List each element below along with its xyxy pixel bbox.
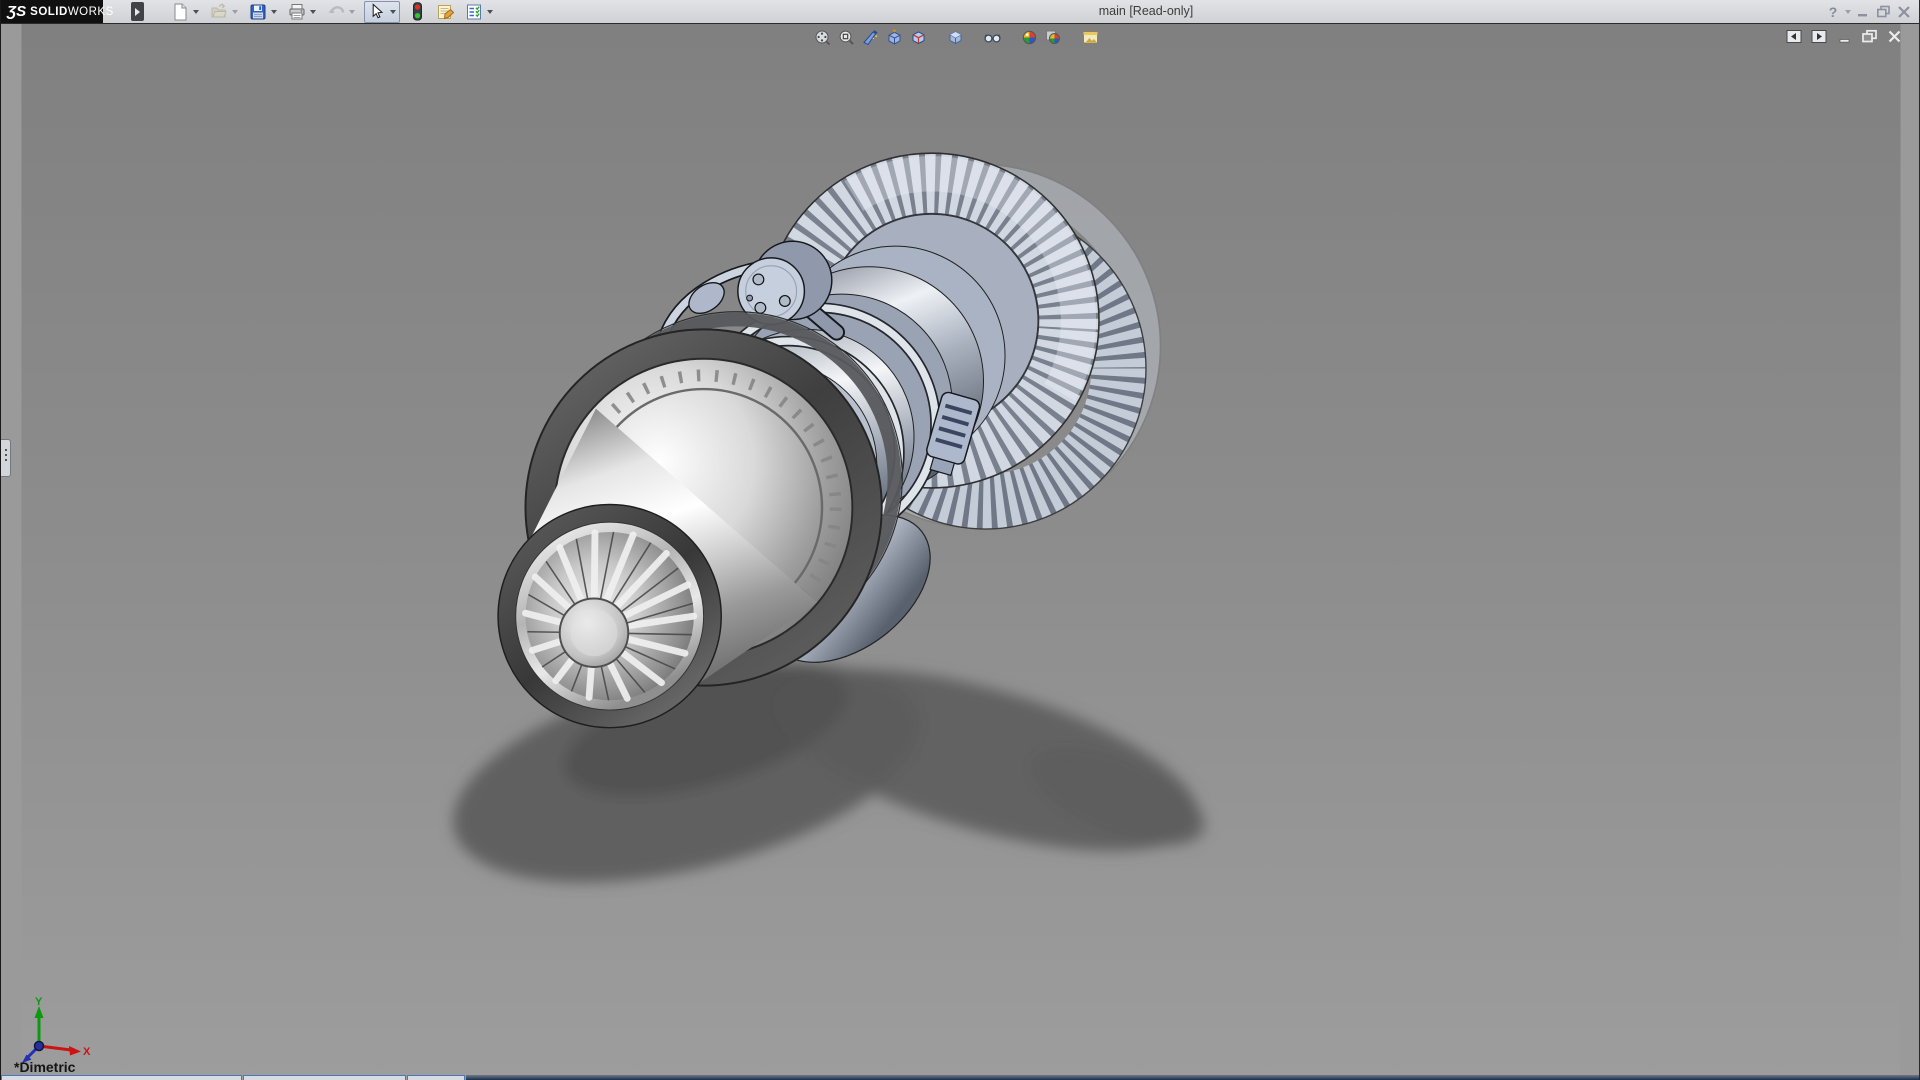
restore-document-button[interactable] bbox=[1859, 28, 1880, 45]
x-axis-arrowhead bbox=[69, 1046, 81, 1056]
status-bar bbox=[1, 1075, 1919, 1080]
new-document-button[interactable] bbox=[169, 1, 190, 22]
appearance-sphere-icon bbox=[1021, 29, 1038, 46]
zoom-to-area-icon bbox=[838, 29, 855, 46]
select-tool-button[interactable] bbox=[364, 1, 400, 23]
x-axis-label: X bbox=[83, 1046, 91, 1058]
show-pane-left-button[interactable] bbox=[1784, 28, 1805, 45]
status-segment bbox=[407, 1075, 465, 1080]
edit-appearance-button[interactable] bbox=[1020, 28, 1039, 47]
solidworks-window: ƷS SOLIDWORKS bbox=[0, 0, 1920, 1080]
close-document-button[interactable] bbox=[1884, 28, 1905, 45]
eyeglasses-icon bbox=[983, 29, 1002, 46]
solidworks-logo-icon: ƷS bbox=[7, 3, 26, 20]
view-settings-button[interactable] bbox=[1081, 28, 1100, 47]
apply-scene-button[interactable] bbox=[1044, 28, 1063, 47]
zoom-to-fit-button[interactable] bbox=[813, 28, 832, 47]
restore-button[interactable] bbox=[1876, 2, 1891, 22]
options-icon bbox=[465, 3, 483, 21]
status-segment bbox=[1, 1075, 242, 1080]
section-view-icon bbox=[862, 29, 879, 46]
new-document-dropdown[interactable] bbox=[190, 1, 201, 22]
pane-left-icon bbox=[1785, 29, 1804, 44]
titlebar-controls: ? bbox=[1827, 0, 1911, 23]
title-bar: ƷS SOLIDWORKS bbox=[1, 0, 1919, 24]
menu-expand-arrow[interactable] bbox=[131, 2, 144, 21]
open-document-dropdown[interactable] bbox=[229, 1, 240, 22]
minimize-document-icon bbox=[1836, 29, 1854, 44]
minimize-button[interactable] bbox=[1857, 2, 1870, 22]
save-dropdown[interactable] bbox=[268, 1, 279, 22]
window-title: main [Read-only] bbox=[1041, 4, 1251, 18]
display-mode-cube-icon bbox=[947, 29, 964, 46]
view-orientation-label: *Dimetric bbox=[14, 1059, 75, 1075]
show-pane-right-button[interactable] bbox=[1809, 28, 1830, 45]
apply-scene-icon bbox=[1045, 29, 1062, 46]
undo-icon bbox=[327, 3, 345, 21]
status-segment bbox=[243, 1075, 406, 1080]
minimize-icon bbox=[1857, 6, 1870, 18]
print-icon bbox=[288, 3, 306, 21]
engine-nozzle bbox=[498, 505, 721, 728]
options-button[interactable] bbox=[463, 1, 484, 22]
engine-3d-model[interactable] bbox=[1, 24, 1920, 1080]
zoom-to-area-button[interactable] bbox=[837, 28, 856, 47]
document-window-controls bbox=[1784, 28, 1905, 45]
display-mode-button[interactable] bbox=[946, 28, 965, 47]
undo-dropdown[interactable] bbox=[346, 1, 357, 22]
zoom-to-fit-icon bbox=[814, 29, 831, 46]
section-view-button[interactable] bbox=[861, 28, 880, 47]
main-toolbar bbox=[169, 0, 502, 23]
splitter-dots-icon bbox=[5, 449, 7, 451]
close-icon bbox=[1897, 6, 1911, 18]
new-document-icon bbox=[171, 3, 189, 21]
reference-triad: Y X bbox=[15, 996, 93, 1068]
rebuild-button[interactable] bbox=[407, 1, 428, 22]
heads-up-view-toolbar bbox=[813, 28, 1105, 47]
right-triangle-icon bbox=[135, 8, 140, 16]
file-properties-icon bbox=[436, 3, 455, 21]
select-tool-dropdown[interactable] bbox=[387, 1, 398, 22]
undo-button[interactable] bbox=[325, 1, 346, 22]
open-document-button[interactable] bbox=[208, 1, 229, 22]
pane-right-icon bbox=[1810, 29, 1829, 44]
hide-show-items-button[interactable] bbox=[983, 28, 1002, 47]
display-style-button[interactable] bbox=[909, 28, 928, 47]
open-document-icon bbox=[210, 3, 228, 21]
solidworks-logo-text: SOLIDWORKS bbox=[30, 6, 114, 18]
feature-manager-splitter-handle[interactable] bbox=[1, 439, 11, 477]
view-settings-icon bbox=[1082, 29, 1099, 46]
print-button[interactable] bbox=[286, 1, 307, 22]
close-button[interactable] bbox=[1897, 2, 1911, 22]
minimize-document-button[interactable] bbox=[1834, 28, 1855, 45]
select-cursor-icon bbox=[368, 3, 385, 20]
display-style-icon bbox=[910, 29, 927, 46]
graphics-viewport[interactable]: Y X *Dimetric bbox=[1, 23, 1919, 1080]
save-button[interactable] bbox=[247, 1, 268, 22]
save-icon bbox=[249, 3, 267, 21]
restore-document-icon bbox=[1860, 29, 1879, 44]
solidworks-logo: ƷS SOLIDWORKS bbox=[1, 0, 103, 23]
view-orientation-icon bbox=[886, 29, 903, 46]
options-dropdown[interactable] bbox=[484, 1, 495, 22]
status-bar-fill bbox=[466, 1075, 1919, 1080]
view-orientation-button[interactable] bbox=[885, 28, 904, 47]
print-dropdown[interactable] bbox=[307, 1, 318, 22]
traffic-light-icon bbox=[410, 2, 425, 21]
y-axis-label: Y bbox=[35, 996, 43, 1008]
help-button[interactable]: ? bbox=[1827, 2, 1839, 22]
triad-origin bbox=[35, 1042, 44, 1051]
file-properties-button[interactable] bbox=[435, 1, 456, 22]
close-document-icon bbox=[1886, 29, 1903, 44]
restore-icon bbox=[1876, 5, 1891, 18]
help-dropdown[interactable] bbox=[1845, 2, 1851, 22]
